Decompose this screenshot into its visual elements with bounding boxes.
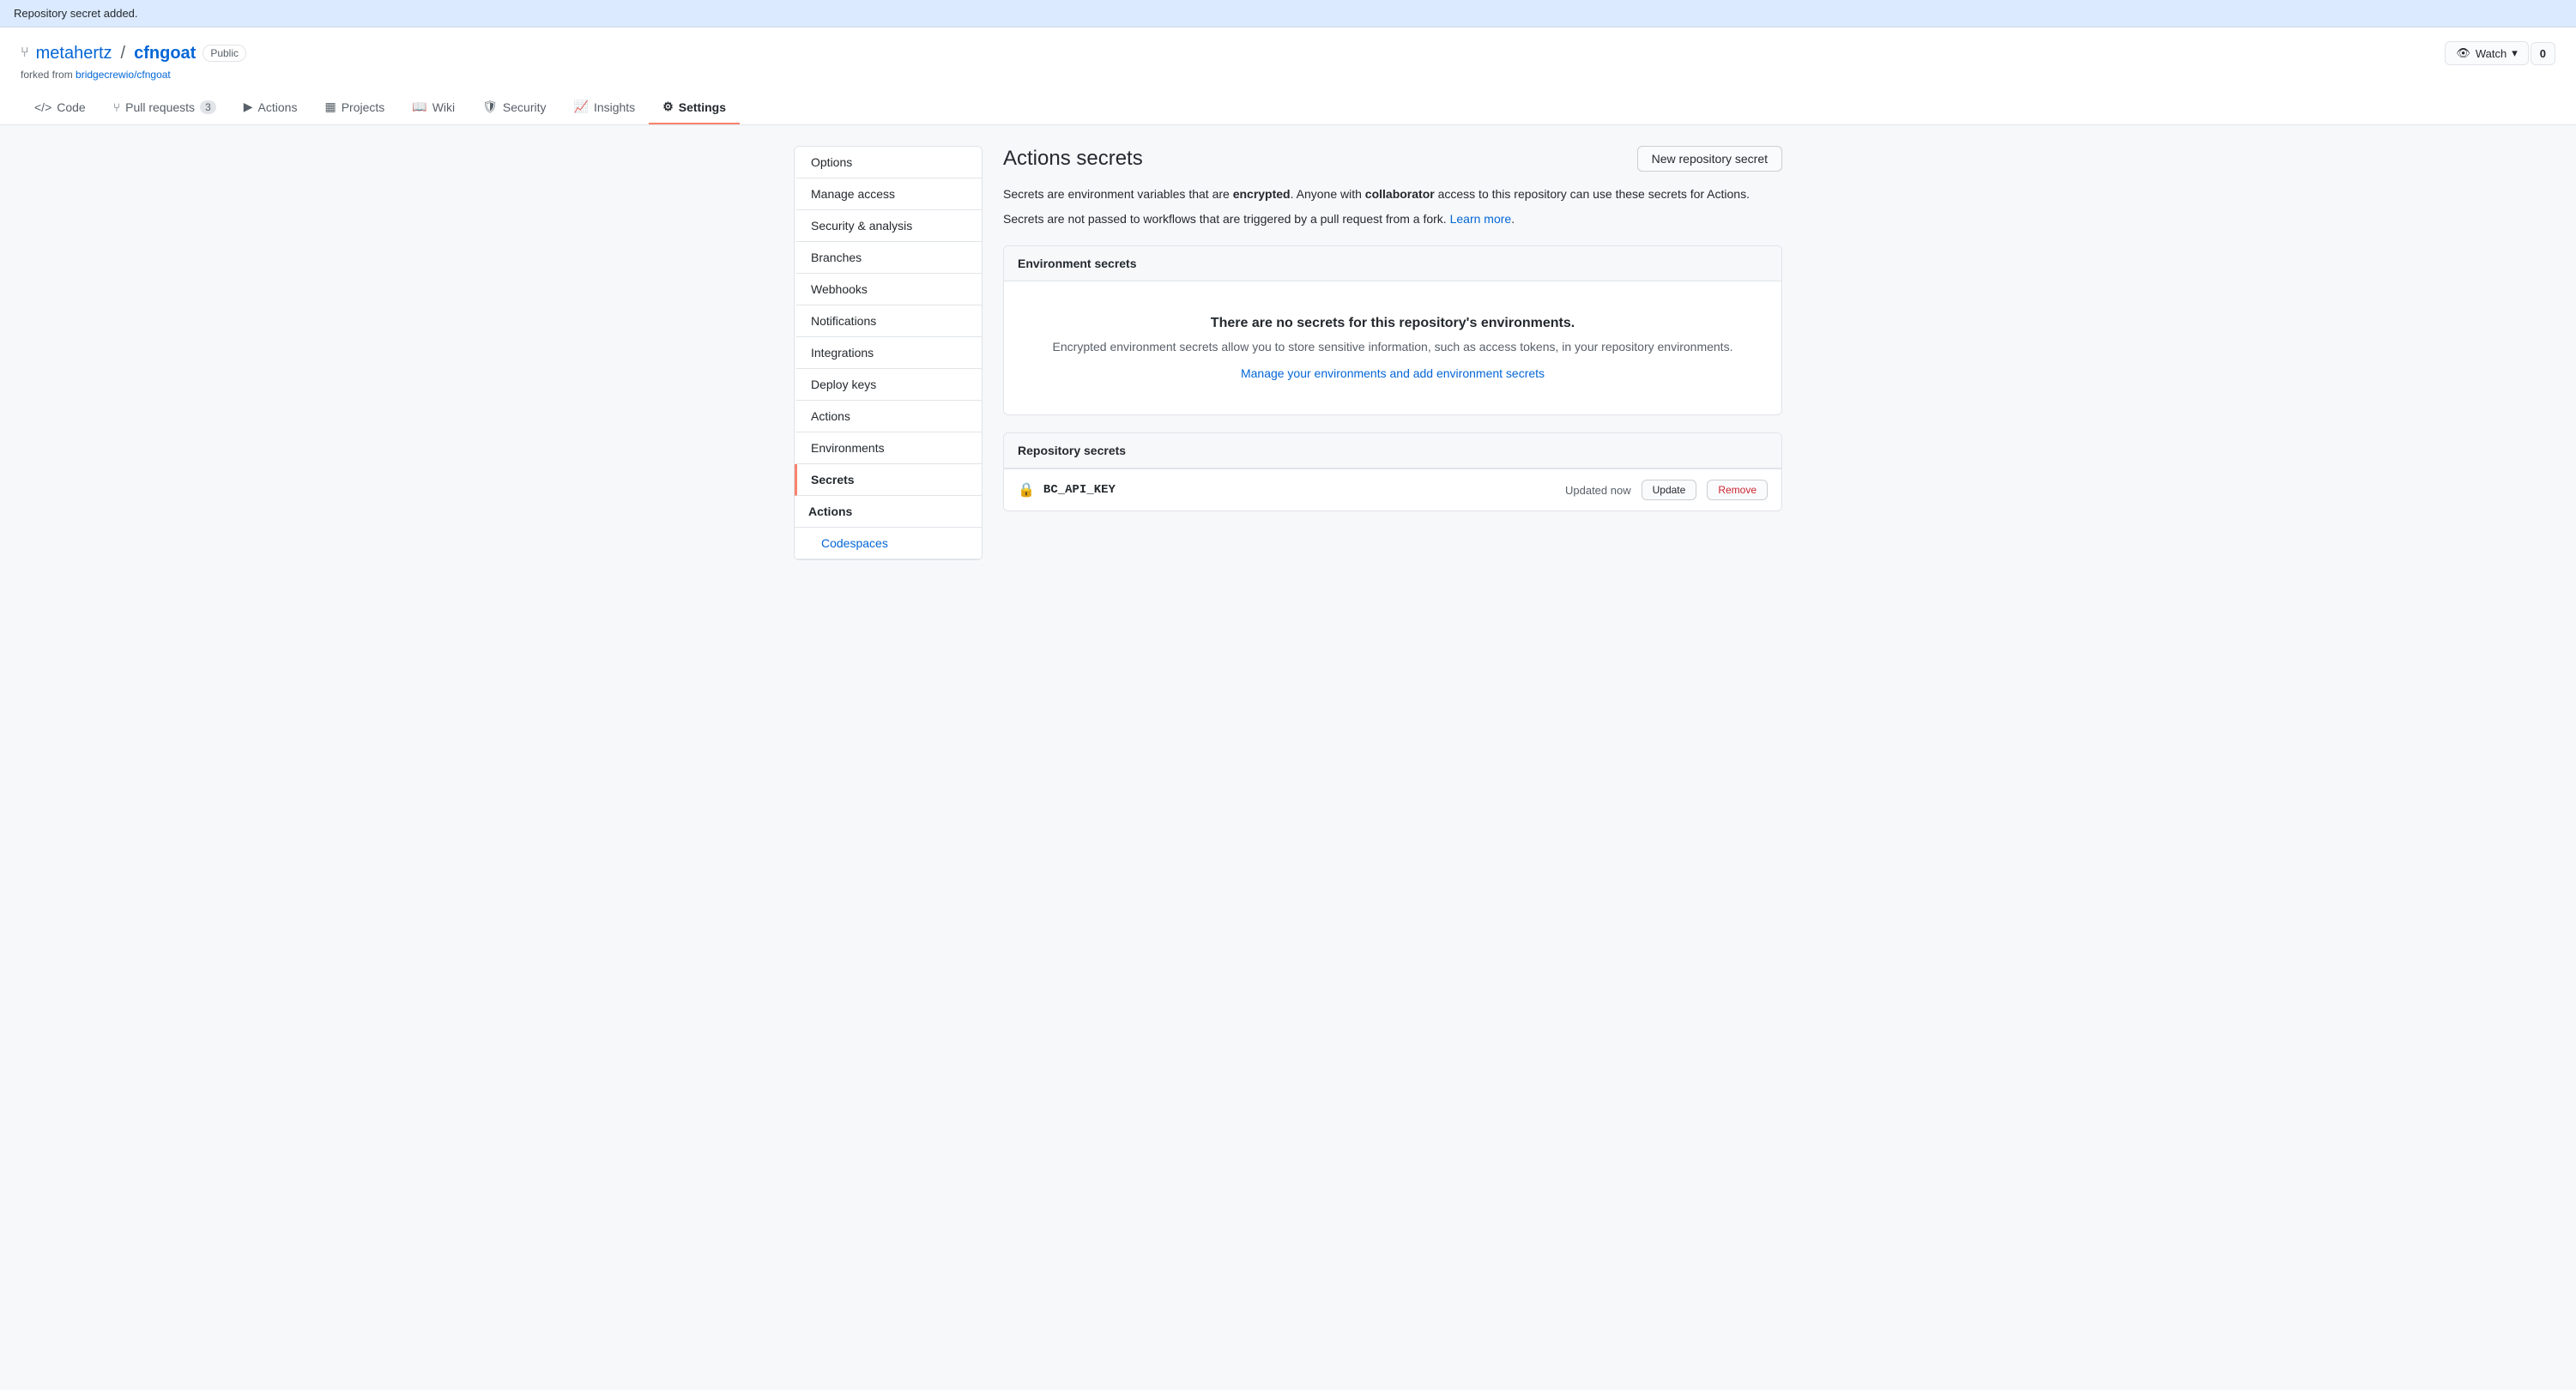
watch-label: Watch bbox=[2476, 47, 2506, 60]
eye-icon: 👁 bbox=[2456, 46, 2470, 60]
watch-button[interactable]: 👁 Watch ▾ bbox=[2445, 41, 2528, 65]
tab-settings-label: Settings bbox=[679, 100, 726, 114]
nav-tabs: </> Code ⑂ Pull requests 3 ▶ Actions ▦ P… bbox=[21, 91, 2555, 124]
bold-encrypted: encrypted bbox=[1233, 187, 1291, 201]
env-secrets-empty-title: There are no secrets for this repository… bbox=[1021, 316, 1764, 331]
env-secrets-header: Environment secrets bbox=[1004, 246, 1781, 281]
tab-insights-label: Insights bbox=[594, 100, 635, 114]
tab-actions[interactable]: ▶ Actions bbox=[230, 91, 311, 124]
environment-secrets-section: Environment secrets There are no secrets… bbox=[1003, 245, 1782, 415]
wiki-icon: 📖 bbox=[412, 100, 426, 114]
pull-requests-badge: 3 bbox=[200, 100, 216, 114]
sidebar-sub-section-label: Actions bbox=[795, 496, 982, 528]
sidebar-item-branches[interactable]: Branches bbox=[795, 242, 982, 274]
content-area: Actions secrets New repository secret Se… bbox=[1003, 146, 1782, 560]
main-layout: Options Manage access Security & analysi… bbox=[773, 146, 1803, 560]
projects-icon: ▦ bbox=[324, 100, 336, 114]
forked-from-link[interactable]: bridgecrewio/cfngoat bbox=[76, 69, 171, 81]
forked-from: forked from bridgecrewio/cfngoat bbox=[21, 69, 2555, 81]
settings-icon: ⚙ bbox=[662, 100, 674, 114]
tab-security[interactable]: 🛡 Security bbox=[469, 91, 559, 124]
sidebar: Options Manage access Security & analysi… bbox=[794, 146, 983, 560]
main-nav: </> Code ⑂ Pull requests 3 ▶ Actions ▦ P… bbox=[21, 91, 2555, 124]
repo-secrets-section: Repository secrets 🔒 BC_API_KEY Updated … bbox=[1003, 432, 1782, 511]
sidebar-wrapper: Options Manage access Security & analysi… bbox=[794, 146, 983, 560]
sidebar-item-webhooks[interactable]: Webhooks bbox=[795, 274, 982, 305]
chevron-down-icon: ▾ bbox=[2512, 46, 2518, 60]
notification-message: Repository secret added. bbox=[14, 7, 138, 20]
tab-actions-label: Actions bbox=[258, 100, 298, 114]
repo-owner[interactable]: metahertz bbox=[36, 44, 112, 63]
secret-name: BC_API_KEY bbox=[1043, 483, 1116, 497]
bold-collaborator: collaborator bbox=[1365, 187, 1435, 201]
sidebar-item-integrations[interactable]: Integrations bbox=[795, 337, 982, 369]
description-encrypted: Secrets are environment variables that a… bbox=[1003, 185, 1782, 203]
sidebar-item-options[interactable]: Options bbox=[795, 147, 982, 178]
pull-request-icon: ⑂ bbox=[113, 100, 120, 114]
update-secret-button[interactable]: Update bbox=[1642, 480, 1697, 500]
visibility-badge: Public bbox=[203, 45, 246, 62]
sidebar-item-security-analysis[interactable]: Security & analysis bbox=[795, 210, 982, 242]
remove-secret-button[interactable]: Remove bbox=[1707, 480, 1768, 500]
tab-code-label: Code bbox=[57, 100, 85, 114]
tab-projects-label: Projects bbox=[342, 100, 385, 114]
tab-projects[interactable]: ▦ Projects bbox=[311, 91, 398, 124]
actions-icon: ▶ bbox=[244, 100, 253, 114]
sidebar-item-environments[interactable]: Environments bbox=[795, 432, 982, 464]
tab-pull-requests[interactable]: ⑂ Pull requests 3 bbox=[100, 91, 230, 124]
env-secrets-empty-state: There are no secrets for this repository… bbox=[1004, 281, 1781, 414]
sidebar-item-manage-access[interactable]: Manage access bbox=[795, 178, 982, 210]
tab-insights[interactable]: 📈 Insights bbox=[560, 91, 650, 124]
repo-secrets-header: Repository secrets bbox=[1004, 433, 1781, 468]
secret-right: Updated now Update Remove bbox=[1565, 480, 1768, 500]
sidebar-item-deploy-keys[interactable]: Deploy keys bbox=[795, 369, 982, 401]
tab-wiki-label: Wiki bbox=[432, 100, 455, 114]
description-fork-note: Secrets are not passed to workflows that… bbox=[1003, 210, 1782, 228]
sidebar-item-actions[interactable]: Actions bbox=[795, 401, 982, 432]
sidebar-item-secrets[interactable]: Secrets bbox=[795, 464, 982, 496]
repo-separator: / bbox=[121, 44, 126, 63]
manage-environments-link[interactable]: Manage your environments and add environ… bbox=[1241, 366, 1545, 380]
learn-more-link[interactable]: Learn more bbox=[1450, 212, 1512, 226]
watch-area: 👁 Watch ▾ 0 bbox=[2445, 41, 2555, 65]
repo-title-row: ⑂ metahertz / cfngoat Public 👁 Watch ▾ 0 bbox=[21, 41, 2555, 65]
tab-pull-requests-label: Pull requests bbox=[125, 100, 195, 114]
repo-header: ⑂ metahertz / cfngoat Public 👁 Watch ▾ 0… bbox=[0, 27, 2576, 125]
repo-name[interactable]: cfngoat bbox=[134, 44, 196, 63]
code-icon: </> bbox=[34, 100, 51, 114]
sidebar-item-codespaces[interactable]: Codespaces bbox=[795, 528, 982, 559]
security-icon: 🛡 bbox=[482, 100, 498, 114]
forked-label: forked from bbox=[21, 69, 73, 81]
env-secrets-empty-desc: Encrypted environment secrets allow you … bbox=[1021, 338, 1764, 356]
sidebar-item-notifications[interactable]: Notifications bbox=[795, 305, 982, 337]
content-header: Actions secrets New repository secret bbox=[1003, 146, 1782, 172]
repo-title-left: ⑂ metahertz / cfngoat Public bbox=[21, 44, 246, 63]
tab-security-label: Security bbox=[503, 100, 547, 114]
tab-settings[interactable]: ⚙ Settings bbox=[649, 91, 740, 124]
page-title: Actions secrets bbox=[1003, 147, 1143, 171]
repo-fork-icon: ⑂ bbox=[21, 45, 29, 61]
watch-count: 0 bbox=[2531, 42, 2555, 65]
lock-icon: 🔒 bbox=[1018, 481, 1035, 499]
tab-wiki[interactable]: 📖 Wiki bbox=[398, 91, 469, 124]
insights-icon: 📈 bbox=[574, 100, 589, 114]
notification-bar: Repository secret added. bbox=[0, 0, 2576, 27]
secret-left: 🔒 BC_API_KEY bbox=[1018, 481, 1116, 499]
secret-row-bc-api-key: 🔒 BC_API_KEY Updated now Update Remove bbox=[1004, 468, 1781, 511]
new-repository-secret-button[interactable]: New repository secret bbox=[1637, 146, 1782, 172]
tab-code[interactable]: </> Code bbox=[21, 91, 100, 124]
secret-updated-time: Updated now bbox=[1565, 484, 1631, 497]
